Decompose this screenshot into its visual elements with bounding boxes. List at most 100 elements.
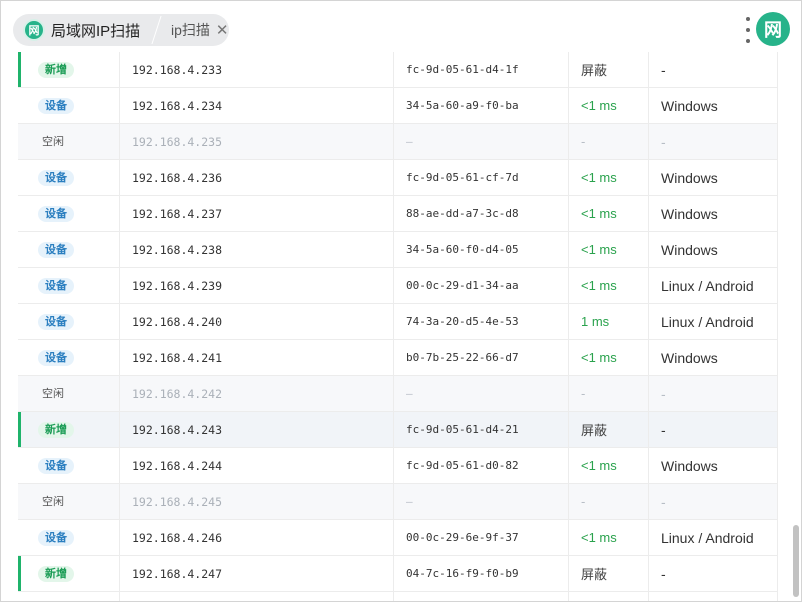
ip-address: 192.168.4.247 bbox=[132, 566, 223, 581]
latency: <1 ms bbox=[581, 98, 617, 113]
status-badge: 设备 bbox=[38, 457, 74, 474]
latency: <1 ms bbox=[581, 530, 617, 545]
tab-bar: 网 局域网IP扫描 ip扫描 ✕ bbox=[13, 14, 229, 46]
status-badge: 空闲 bbox=[42, 387, 64, 400]
column-divider bbox=[568, 376, 569, 411]
latency: <1 ms bbox=[581, 592, 617, 601]
mac-address: fc-9d-05-61-cf-7d bbox=[406, 171, 519, 184]
column-divider bbox=[393, 232, 394, 267]
table-row[interactable]: 新增 192.168.4.247 04-7c-16-f9-f0-b9 屏蔽 - bbox=[18, 556, 778, 592]
status-badge: 设备 bbox=[38, 313, 74, 330]
ip-address: 192.168.4.244 bbox=[132, 458, 223, 473]
column-divider bbox=[568, 520, 569, 555]
ip-address: 192.168.4.245 bbox=[132, 494, 223, 509]
ip-address: 192.168.4.240 bbox=[132, 314, 223, 329]
latency: 屏蔽 bbox=[581, 567, 608, 582]
table-row[interactable]: 设备 192.168.4.239 00-0c-29-d1-34-aa <1 ms Lin… bbox=[18, 268, 778, 304]
column-divider bbox=[648, 88, 649, 123]
column-divider bbox=[777, 556, 778, 591]
column-divider bbox=[119, 268, 120, 303]
column-divider bbox=[393, 268, 394, 303]
more-menu-icon[interactable] bbox=[745, 17, 751, 43]
column-divider bbox=[393, 592, 394, 601]
os-type: Linux / Android bbox=[661, 313, 754, 330]
table-row[interactable]: 新增 192.168.4.233 fc-9d-05-61-d4-1f 屏蔽 - bbox=[18, 52, 778, 88]
new-device-marker bbox=[18, 412, 21, 447]
avatar[interactable]: 网 bbox=[756, 12, 790, 46]
column-divider bbox=[119, 160, 120, 195]
table-row[interactable]: 设备 192.168.4.237 88-ae-dd-a7-3c-d8 <1 ms Win… bbox=[18, 196, 778, 232]
status-cell: 空闲 bbox=[38, 376, 64, 411]
status-badge: 空闲 bbox=[42, 135, 64, 148]
table-row[interactable]: 新增 192.168.4.243 fc-9d-05-61-d4-21 屏蔽 - bbox=[18, 412, 778, 448]
column-divider bbox=[393, 196, 394, 231]
column-divider bbox=[393, 448, 394, 483]
column-divider bbox=[777, 448, 778, 483]
mac-address: fc-9d-05-61-d4-21 bbox=[406, 423, 519, 436]
table-row[interactable]: 设备 192.168.4.234 34-5a-60-a9-f0-ba <1 ms Win… bbox=[18, 88, 778, 124]
column-divider bbox=[648, 124, 649, 159]
tab-ip-scan[interactable]: ip扫描 ✕ bbox=[159, 14, 229, 46]
status-cell: 新增 bbox=[38, 412, 74, 447]
ip-address: 192.168.4.238 bbox=[132, 242, 223, 257]
column-divider bbox=[648, 160, 649, 195]
ip-address: 192.168.4.243 bbox=[132, 422, 223, 437]
app-tab[interactable]: 网 局域网IP扫描 bbox=[15, 16, 155, 44]
table-row[interactable]: 设备 192.168.4.241 b0-7b-25-22-66-d7 <1 ms Win… bbox=[18, 340, 778, 376]
status-badge: 设备 bbox=[38, 241, 74, 258]
mac-address: fc-9d-05-61-d4-1f bbox=[406, 63, 519, 76]
column-divider bbox=[568, 268, 569, 303]
ip-address: 192.168.4.242 bbox=[132, 386, 223, 401]
column-divider bbox=[568, 52, 569, 87]
column-divider bbox=[393, 52, 394, 87]
close-icon[interactable]: ✕ bbox=[216, 23, 229, 38]
ip-address: 192.168.4.234 bbox=[132, 98, 223, 113]
new-device-marker bbox=[18, 52, 21, 87]
column-divider bbox=[393, 376, 394, 411]
column-divider bbox=[393, 88, 394, 123]
column-divider bbox=[119, 448, 120, 483]
table-row[interactable]: 空闲 192.168.4.235 — - - bbox=[18, 124, 778, 160]
table-row[interactable]: 设备 192.168.4.246 00-0c-29-6e-9f-37 <1 ms Lin… bbox=[18, 520, 778, 556]
mac-address: 00-0c-29-d1-34-aa bbox=[406, 279, 519, 292]
column-divider bbox=[777, 304, 778, 339]
table-row[interactable]: 空闲 192.168.4.242 — - - bbox=[18, 376, 778, 412]
status-badge: 新增 bbox=[38, 565, 74, 582]
table-row[interactable]: 设备 192.168.4.236 fc-9d-05-61-cf-7d <1 ms Win… bbox=[18, 160, 778, 196]
mac-address: 74-3a-20-d5-4e-53 bbox=[406, 315, 519, 328]
status-badge: 设备 bbox=[38, 349, 74, 366]
table-row[interactable]: 设备 192.168.4.244 fc-9d-05-61-d0-82 <1 ms Win… bbox=[18, 448, 778, 484]
table-row[interactable]: 空闲 192.168.4.245 — - - bbox=[18, 484, 778, 520]
table-row[interactable]: 设备 192.168.4.238 34-5a-60-f0-d4-05 <1 ms Win… bbox=[18, 232, 778, 268]
os-type: - bbox=[661, 421, 666, 438]
table-row[interactable]: 设备 192.168.4.248 c4-ef-bb-56-29-9d <1 ms Win… bbox=[18, 592, 778, 601]
column-divider bbox=[648, 196, 649, 231]
column-divider bbox=[777, 340, 778, 375]
os-type: - bbox=[661, 493, 666, 510]
os-type: - bbox=[661, 385, 666, 402]
status-cell: 设备 bbox=[38, 592, 74, 601]
column-divider bbox=[119, 412, 120, 447]
os-type: Linux / Android bbox=[661, 529, 754, 546]
mac-address: 34-5a-60-a9-f0-ba bbox=[406, 99, 519, 112]
latency: <1 ms bbox=[581, 350, 617, 365]
os-type: Windows bbox=[661, 97, 718, 114]
table-row[interactable]: 设备 192.168.4.240 74-3a-20-d5-4e-53 1 ms Linu… bbox=[18, 304, 778, 340]
column-divider bbox=[119, 232, 120, 267]
latency: <1 ms bbox=[581, 458, 617, 473]
ip-address: 192.168.4.233 bbox=[132, 62, 223, 77]
kebab-dot bbox=[746, 39, 750, 43]
os-type: - bbox=[661, 61, 666, 78]
column-divider bbox=[568, 196, 569, 231]
status-cell: 空闲 bbox=[38, 484, 64, 519]
column-divider bbox=[777, 88, 778, 123]
latency: 屏蔽 bbox=[581, 63, 608, 78]
status-cell: 新增 bbox=[38, 52, 74, 87]
column-divider bbox=[393, 160, 394, 195]
column-divider bbox=[568, 556, 569, 591]
column-divider bbox=[568, 88, 569, 123]
os-type: Windows bbox=[661, 592, 718, 601]
scrollbar-thumb[interactable] bbox=[793, 525, 799, 597]
mac-address: 88-ae-dd-a7-3c-d8 bbox=[406, 207, 519, 220]
column-divider bbox=[568, 304, 569, 339]
